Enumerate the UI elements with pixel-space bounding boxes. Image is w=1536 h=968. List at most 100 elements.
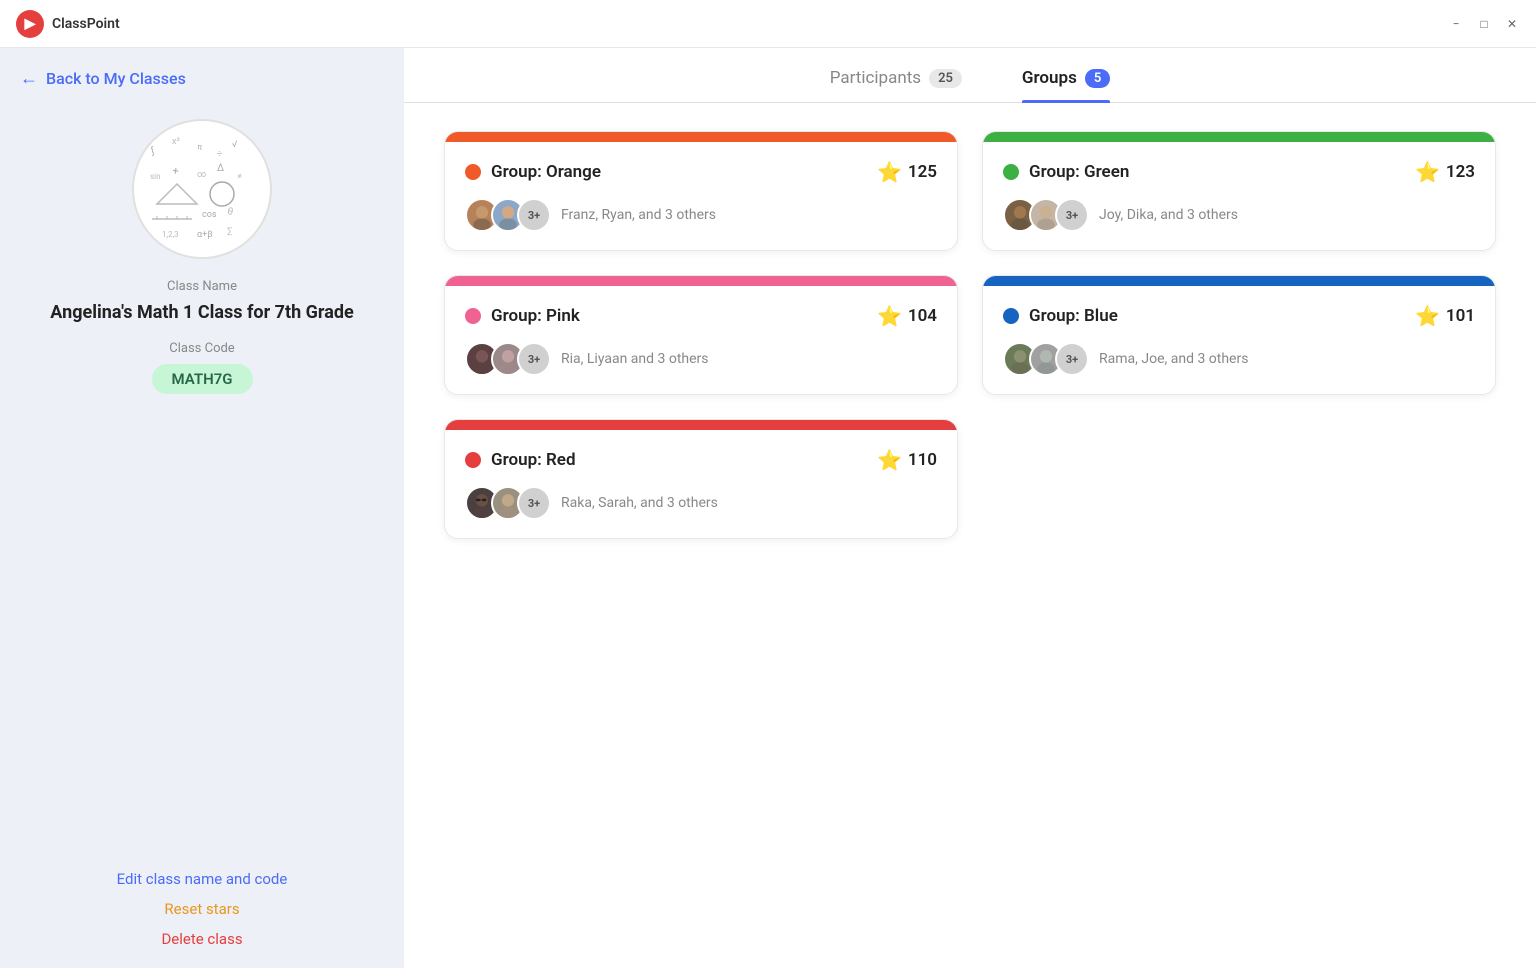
svg-text:θ: θ [226, 206, 234, 218]
group-name-green: Group: Green [1029, 162, 1129, 182]
svg-text:Δ: Δ [217, 163, 224, 174]
member-names-red: Raka, Sarah, and 3 others [561, 495, 718, 511]
back-to-classes-link[interactable]: ← Back to My Classes [20, 68, 186, 89]
group-row1-orange: Group: Orange ⭐ 125 [465, 160, 937, 184]
close-button[interactable]: ✕ [1504, 16, 1520, 32]
tab-groups-count: 5 [1085, 69, 1110, 88]
tabs-header: Participants 25 Groups 5 [404, 48, 1536, 103]
delete-class-link[interactable]: Delete class [161, 930, 242, 948]
class-name-label: Class Name [167, 279, 237, 294]
group-card-body-orange: Group: Orange ⭐ 125 [445, 142, 957, 250]
group-score-blue: 101 [1446, 306, 1475, 326]
group-stars-green: ⭐ 123 [1415, 160, 1475, 184]
svg-text:∞: ∞ [197, 170, 206, 180]
group-name-section-red: Group: Red [465, 450, 576, 470]
member-names-pink: Ria, Liyaan and 3 others [561, 351, 709, 367]
member-names-green: Joy, Dika, and 3 others [1099, 207, 1238, 223]
minimize-button[interactable]: − [1448, 16, 1464, 32]
star-icon-pink: ⭐ [877, 304, 902, 328]
group-card-blue[interactable]: Group: Blue ⭐ 101 [982, 275, 1496, 395]
sidebar: ← Back to My Classes ∫ x² π ÷ √ sin + ∞ … [0, 48, 404, 968]
group-card-pink[interactable]: Group: Pink ⭐ 104 [444, 275, 958, 395]
svg-text:α+β: α+β [197, 230, 213, 240]
group-card-green[interactable]: Group: Green ⭐ 123 [982, 131, 1496, 251]
app-branding: ▶ ClassPoint [16, 10, 120, 38]
svg-text:1,2,3: 1,2,3 [162, 230, 179, 239]
group-name-section-blue: Group: Blue [1003, 306, 1118, 326]
back-arrow-icon: ← [20, 68, 38, 89]
group-stars-orange: ⭐ 125 [877, 160, 937, 184]
avatar-more-pink: 3+ [517, 342, 551, 376]
group-name-section-orange: Group: Orange [465, 162, 601, 182]
group-name-section-pink: Group: Pink [465, 306, 580, 326]
group-name-blue: Group: Blue [1029, 306, 1118, 326]
sidebar-actions: Edit class name and code Reset stars Del… [20, 870, 384, 948]
avatar-more-green: 3+ [1055, 198, 1089, 232]
group-row2-orange: 3+ Franz, Ryan, and 3 others [465, 198, 937, 232]
svg-text:∫: ∫ [149, 145, 157, 157]
group-card-body-blue: Group: Blue ⭐ 101 [983, 286, 1495, 394]
group-stars-blue: ⭐ 101 [1415, 304, 1475, 328]
svg-text:+: + [172, 164, 180, 178]
group-card-top-pink [445, 276, 957, 286]
avatars-green: 3+ [1003, 198, 1089, 232]
group-stars-red: ⭐ 110 [877, 448, 937, 472]
group-card-top-orange [445, 132, 957, 142]
group-row2-red: 3+ Raka, Sarah, and 3 others [465, 486, 937, 520]
group-dot-blue [1003, 308, 1019, 324]
group-score-pink: 104 [908, 306, 937, 326]
group-stars-pink: ⭐ 104 [877, 304, 937, 328]
group-row1-red: Group: Red ⭐ 110 [465, 448, 937, 472]
class-avatar-svg: ∫ x² π ÷ √ sin + ∞ Δ ≠ cos [142, 129, 262, 249]
member-names-blue: Rama, Joe, and 3 others [1099, 351, 1248, 367]
avatars-red: 3+ [465, 486, 551, 520]
back-label: Back to My Classes [46, 69, 186, 88]
edit-class-link[interactable]: Edit class name and code [117, 870, 288, 888]
group-dot-pink [465, 308, 481, 324]
group-card-top-blue [983, 276, 1495, 286]
star-icon-red: ⭐ [877, 448, 902, 472]
group-row2-green: 3+ Joy, Dika, and 3 others [1003, 198, 1475, 232]
group-name-red: Group: Red [491, 450, 576, 470]
class-code-badge: MATH7G [152, 364, 253, 394]
tab-participants-count: 25 [929, 69, 962, 88]
svg-text:÷: ÷ [216, 149, 223, 160]
group-row1-pink: Group: Pink ⭐ 104 [465, 304, 937, 328]
svg-text:√: √ [232, 140, 237, 150]
class-name-value: Angelina's Math 1 Class for 7th Grade [50, 300, 353, 325]
svg-text:≠: ≠ [237, 172, 242, 182]
tab-groups-label: Groups [1022, 68, 1077, 88]
svg-text:cos: cos [202, 210, 217, 220]
main-layout: ← Back to My Classes ∫ x² π ÷ √ sin + ∞ … [0, 48, 1536, 968]
group-card-body-green: Group: Green ⭐ 123 [983, 142, 1495, 250]
tab-participants-label: Participants [830, 68, 921, 88]
group-row2-pink: 3+ Ria, Liyaan and 3 others [465, 342, 937, 376]
group-name-pink: Group: Pink [491, 306, 580, 326]
reset-stars-link[interactable]: Reset stars [164, 900, 239, 918]
groups-grid: Group: Orange ⭐ 125 [404, 103, 1536, 968]
tab-participants[interactable]: Participants 25 [830, 68, 962, 102]
svg-text:x²: x² [172, 137, 180, 147]
tab-groups[interactable]: Groups 5 [1022, 68, 1110, 102]
group-card-top-green [983, 132, 1495, 142]
group-card-top-red [445, 420, 957, 430]
svg-text:sin: sin [150, 172, 161, 181]
avatars-blue: 3+ [1003, 342, 1089, 376]
app-name: ClassPoint [52, 16, 120, 32]
group-dot-orange [465, 164, 481, 180]
star-icon-green: ⭐ [1415, 160, 1440, 184]
group-score-green: 123 [1446, 162, 1475, 182]
title-bar: ▶ ClassPoint − □ ✕ [0, 0, 1536, 48]
group-card-orange[interactable]: Group: Orange ⭐ 125 [444, 131, 958, 251]
group-card-red[interactable]: Group: Red ⭐ 110 [444, 419, 958, 539]
group-dot-green [1003, 164, 1019, 180]
group-score-red: 110 [908, 450, 937, 470]
star-icon-blue: ⭐ [1415, 304, 1440, 328]
maximize-button[interactable]: □ [1476, 16, 1492, 32]
class-avatar: ∫ x² π ÷ √ sin + ∞ Δ ≠ cos [132, 119, 272, 259]
group-row2-blue: 3+ Rama, Joe, and 3 others [1003, 342, 1475, 376]
avatar-more-red: 3+ [517, 486, 551, 520]
svg-text:∑: ∑ [227, 227, 233, 237]
group-row1-blue: Group: Blue ⭐ 101 [1003, 304, 1475, 328]
group-name-section-green: Group: Green [1003, 162, 1129, 182]
